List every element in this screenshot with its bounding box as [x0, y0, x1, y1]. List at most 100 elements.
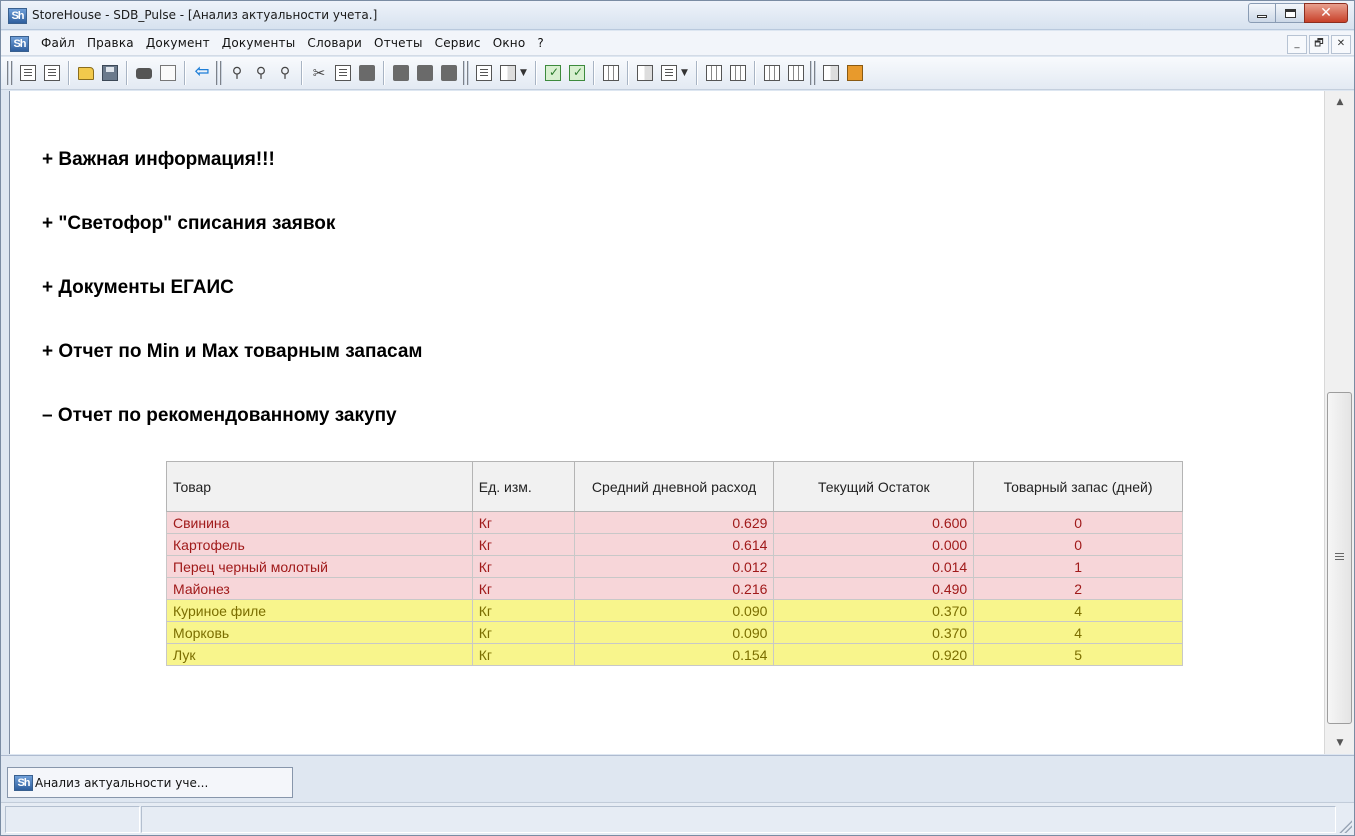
- vertical-scrollbar[interactable]: ▲ ▼: [1324, 91, 1354, 754]
- find-replace-button[interactable]: ⚲: [274, 61, 296, 85]
- save-button[interactable]: [99, 61, 121, 85]
- doc-columns-button[interactable]: [497, 61, 519, 85]
- check-button[interactable]: [542, 61, 564, 85]
- title-bar: Sh StoreHouse - SDB_Pulse - [Анализ акту…: [1, 1, 1354, 30]
- maximize-button[interactable]: [1275, 3, 1305, 23]
- chart-button[interactable]: [820, 61, 842, 85]
- cell-avg-daily: 0.629: [573, 511, 775, 534]
- doc-detail-button[interactable]: [634, 61, 656, 85]
- menu-window[interactable]: Окно: [487, 35, 532, 52]
- section-recommended-purchase[interactable]: – Отчет по рекомендованному закупу: [42, 405, 397, 427]
- block-2-button[interactable]: [414, 61, 436, 85]
- print-button[interactable]: [133, 61, 155, 85]
- tab-analysis[interactable]: Sh Анализ актуальности уче...: [7, 767, 293, 798]
- mdi-minimize-button[interactable]: _: [1287, 35, 1307, 54]
- cell-product: Картофель: [166, 533, 473, 556]
- menu-document[interactable]: Документ: [140, 35, 216, 52]
- dropdown-arrow-icon[interactable]: ▼: [520, 68, 528, 78]
- purchase-table: Товар Ед. изм. Средний дневной расход Те…: [166, 461, 1183, 666]
- status-cell-2: [141, 806, 1336, 833]
- table-add-2-button[interactable]: [785, 61, 807, 85]
- table-add-button[interactable]: [727, 61, 749, 85]
- doc-add-icon: [661, 65, 677, 81]
- grip-lines-icon: [1335, 553, 1344, 560]
- document-button[interactable]: [17, 61, 39, 85]
- cell-current-stock: 0.370: [773, 599, 975, 622]
- menu-edit[interactable]: Правка: [81, 35, 140, 52]
- close-button[interactable]: ✕: [1304, 3, 1348, 23]
- report-content: + Важная информация!!! + "Светофор" спис…: [9, 91, 1324, 754]
- app-window: Sh StoreHouse - SDB_Pulse - [Анализ акту…: [0, 0, 1355, 836]
- toolbar-grip[interactable]: [216, 61, 222, 85]
- check-2-button[interactable]: [566, 61, 588, 85]
- doc-list-button[interactable]: [473, 61, 495, 85]
- cell-current-stock: 0.920: [773, 643, 975, 666]
- cell-product: Перец черный молотый: [166, 555, 473, 578]
- header-current-stock: Текущий Остаток: [773, 461, 975, 512]
- print-preview-button[interactable]: [157, 61, 179, 85]
- app-menu-icon[interactable]: Sh: [10, 36, 29, 52]
- scroll-up-button[interactable]: ▲: [1325, 91, 1355, 113]
- cell-stock-days: 5: [973, 643, 1183, 666]
- menu-items: Файл Правка Документ Документы Словари О…: [35, 35, 550, 52]
- mdi-close-button[interactable]: ✕: [1331, 35, 1351, 54]
- section-min-max-report[interactable]: + Отчет по Min и Max товарным запасам: [42, 341, 422, 363]
- menu-documents[interactable]: Документы: [216, 35, 302, 52]
- resize-grip-icon[interactable]: [1338, 819, 1352, 833]
- table-row: Картофель Кг 0.614 0.000 0: [166, 533, 1183, 556]
- minimize-button[interactable]: [1248, 3, 1276, 23]
- menu-reports[interactable]: Отчеты: [368, 35, 429, 52]
- cell-current-stock: 0.000: [773, 533, 975, 556]
- package-button[interactable]: [844, 61, 866, 85]
- cell-avg-daily: 0.216: [573, 577, 775, 600]
- header-unit: Ед. изм.: [471, 461, 575, 512]
- toolbar-grip[interactable]: [463, 61, 469, 85]
- back-button[interactable]: ⇦: [191, 61, 213, 85]
- paste-button[interactable]: [356, 61, 378, 85]
- table-header-row: Товар Ед. изм. Средний дневной расход Те…: [166, 461, 1183, 512]
- cell-stock-days: 1: [973, 555, 1183, 578]
- menu-dictionaries[interactable]: Словари: [301, 35, 368, 52]
- tab-label: Анализ актуальности уче...: [35, 775, 209, 790]
- cell-product: Морковь: [166, 621, 473, 644]
- table-2-button[interactable]: [761, 61, 783, 85]
- doc-add-button[interactable]: [658, 61, 680, 85]
- cell-avg-daily: 0.090: [573, 621, 775, 644]
- document-settings-button[interactable]: [41, 61, 63, 85]
- print-preview-icon: [160, 65, 176, 81]
- doc-detail-icon: [637, 65, 653, 81]
- menu-file[interactable]: Файл: [35, 35, 81, 52]
- copy-icon: [335, 65, 351, 81]
- menu-help[interactable]: ?: [531, 35, 550, 52]
- table-row: Куриное филе Кг 0.090 0.370 4: [166, 599, 1183, 622]
- find-next-button[interactable]: ⚲: [250, 61, 272, 85]
- header-stock-days: Товарный запас (дней): [973, 461, 1183, 512]
- copy-button[interactable]: [332, 61, 354, 85]
- section-traffic-light[interactable]: + "Светофор" списания заявок: [42, 213, 335, 235]
- menu-service[interactable]: Сервис: [429, 35, 487, 52]
- mdi-restore-button[interactable]: 🗗: [1309, 35, 1329, 54]
- cell-stock-days: 4: [973, 621, 1183, 644]
- toolbar-separator: [627, 61, 629, 85]
- cell-avg-daily: 0.614: [573, 533, 775, 556]
- section-important-info[interactable]: + Важная информация!!!: [42, 149, 275, 171]
- dropdown-arrow-icon[interactable]: ▼: [681, 68, 689, 78]
- block-button[interactable]: [390, 61, 412, 85]
- scroll-down-button[interactable]: ▼: [1325, 732, 1355, 754]
- tab-app-icon: Sh: [14, 774, 33, 791]
- block-3-button[interactable]: [438, 61, 460, 85]
- toolbar-grip[interactable]: [810, 61, 816, 85]
- toolbar-grip[interactable]: [7, 61, 13, 85]
- open-button[interactable]: [75, 61, 97, 85]
- find-button[interactable]: ⚲: [226, 61, 248, 85]
- grid-button[interactable]: [600, 61, 622, 85]
- scroll-thumb[interactable]: [1327, 392, 1352, 724]
- toolbar-separator: [184, 61, 186, 85]
- cut-button[interactable]: ✂: [308, 61, 330, 85]
- table-button[interactable]: [703, 61, 725, 85]
- cell-unit: Кг: [471, 533, 575, 556]
- cell-unit: Кг: [471, 599, 575, 622]
- toolbar-separator: [593, 61, 595, 85]
- section-egais-documents[interactable]: + Документы ЕГАИС: [42, 277, 234, 299]
- status-bar: [1, 802, 1354, 835]
